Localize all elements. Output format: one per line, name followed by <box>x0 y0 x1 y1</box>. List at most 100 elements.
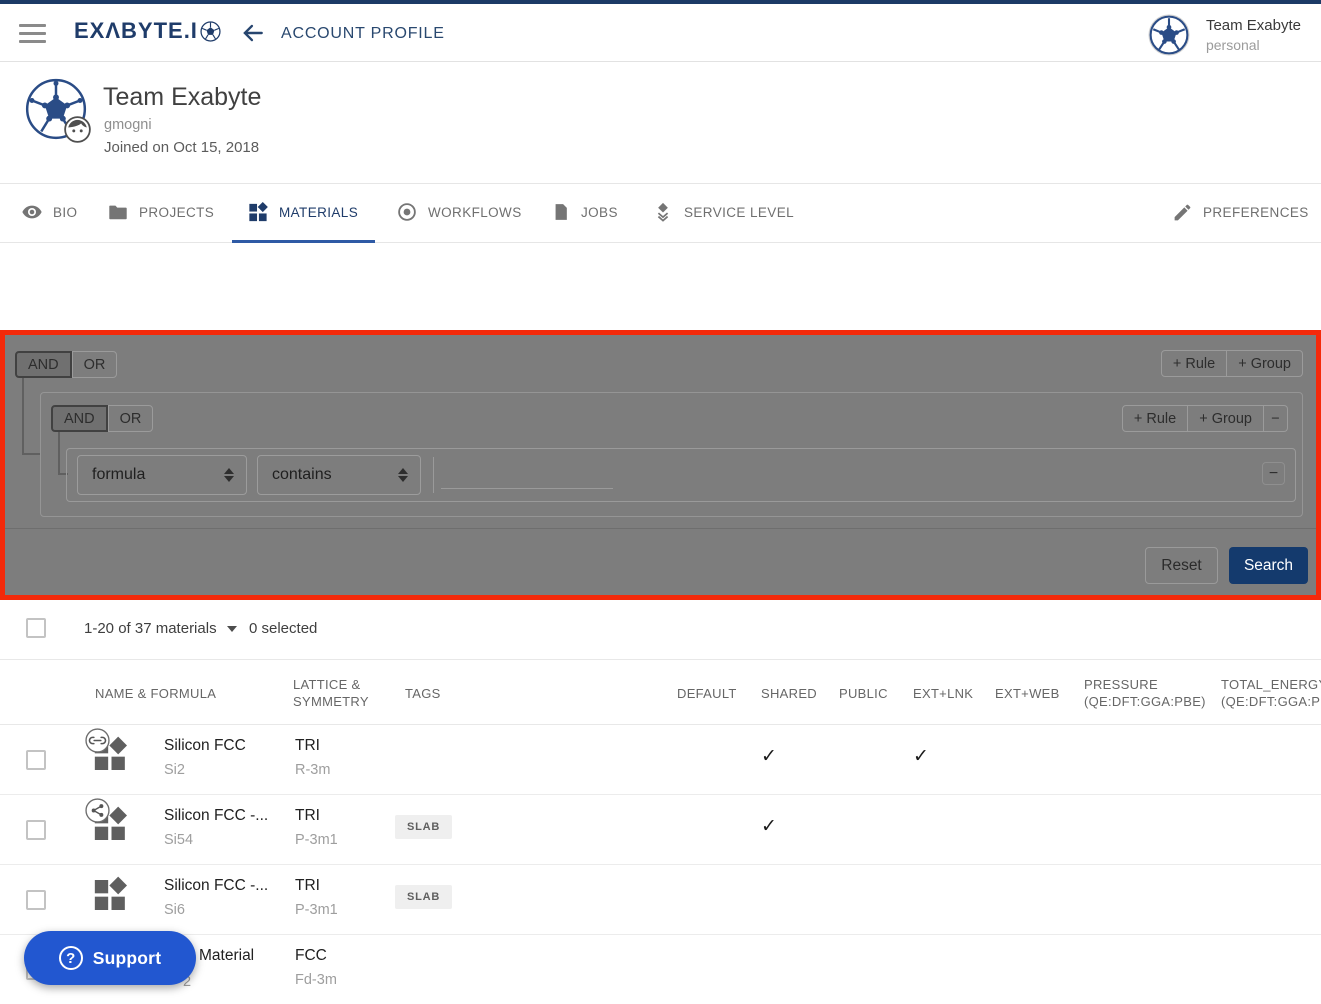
question-mark-icon: ? <box>59 946 83 970</box>
app-window: EXΛBYTE.I ACCOUNT PROFILE Team Exabyte p… <box>0 0 1321 1004</box>
row-checkbox[interactable] <box>26 890 46 910</box>
inner-and-button[interactable]: AND <box>51 405 108 432</box>
user-face-badge-icon <box>64 116 91 143</box>
tab-service-level[interactable]: SERVICE LEVEL <box>652 184 794 240</box>
nested-rule-group: AND OR + Rule + Group − formula contains <box>40 392 1303 517</box>
outer-and-button[interactable]: AND <box>15 351 72 378</box>
lattice-type: TRI <box>295 807 390 825</box>
add-rule-button[interactable]: + Rule <box>1122 405 1188 432</box>
material-icon <box>89 735 129 775</box>
shared-check: ✓ <box>739 815 799 838</box>
rule-divider <box>433 457 434 493</box>
add-group-button[interactable]: + Group <box>1227 350 1303 377</box>
select-all-checkbox[interactable] <box>26 618 46 638</box>
material-formula: Si2 <box>164 762 289 778</box>
table-row[interactable]: Silicon FCC -... Si54 TRI P-3m1 SLAB ✓ <box>0 795 1321 865</box>
rule-operator-value: contains <box>272 466 332 484</box>
symmetry-group: P-3m1 <box>295 832 390 848</box>
tab-jobs[interactable]: JOBS <box>551 184 618 240</box>
inner-or-button[interactable]: OR <box>108 405 154 432</box>
profile-avatar <box>25 78 87 140</box>
tab-projects[interactable]: PROJECTS <box>107 184 214 240</box>
lattice-type: TRI <box>295 877 390 895</box>
remove-rule-button[interactable]: − <box>1262 462 1285 485</box>
col-tags[interactable]: TAGS <box>405 685 441 702</box>
material-formula: Si54 <box>164 832 289 848</box>
material-formula: Si6 <box>164 902 289 918</box>
profile-header: Team Exabyte gmogni Joined on Oct 15, 20… <box>0 63 1321 184</box>
col-name-formula[interactable]: NAME & FORMULA <box>95 685 216 702</box>
inner-group-actions: + Rule + Group − <box>1122 405 1288 432</box>
rule-value-input[interactable] <box>441 461 613 489</box>
col-shared[interactable]: SHARED <box>761 685 817 702</box>
profile-handle: gmogni <box>104 117 152 133</box>
table-row[interactable]: Silicon FCC -... Si6 TRI P-3m1 SLAB <box>0 865 1321 935</box>
menu-icon[interactable] <box>19 24 46 43</box>
profile-name: Team Exabyte <box>103 83 261 112</box>
support-label: Support <box>93 948 161 969</box>
eye-icon <box>21 201 43 223</box>
tree-connector <box>22 378 40 455</box>
workflows-icon <box>396 201 418 223</box>
search-button[interactable]: Search <box>1229 547 1308 584</box>
pagination-dropdown[interactable]: 1-20 of 37 materials <box>84 620 237 637</box>
tab-preferences[interactable]: PREFERENCES <box>1172 184 1309 240</box>
panel-divider <box>5 528 1316 529</box>
account-avatar <box>1148 14 1190 56</box>
symmetry-group: Fd-3m <box>295 972 390 988</box>
table-row[interactable]: Material 2 FCCFd-3m <box>0 935 1321 1004</box>
row-checkbox[interactable] <box>26 820 46 840</box>
shared-check: ✓ <box>739 745 799 768</box>
col-ext-web[interactable]: EXT+WEB <box>995 685 1060 702</box>
inner-andor-toggle: AND OR <box>51 405 153 432</box>
symmetry-group: P-3m1 <box>295 902 390 918</box>
table-header: NAME & FORMULA LATTICE & SYMMETRY TAGS D… <box>0 660 1321 725</box>
outer-group-actions: + Rule + Group <box>1161 350 1303 377</box>
rule-field-value: formula <box>92 466 145 484</box>
tab-bio[interactable]: BIO <box>21 184 77 240</box>
pencil-icon <box>1172 202 1193 223</box>
table-row[interactable]: Silicon FCCSi2 TRIR-3m ✓ ✓ <box>0 725 1321 795</box>
tab-workflows[interactable]: WORKFLOWS <box>396 184 522 240</box>
brand-text: EXΛBYTE.I <box>74 18 198 44</box>
rule-operator-select[interactable]: contains <box>257 455 421 495</box>
support-button[interactable]: ? Support <box>24 931 196 985</box>
tab-materials[interactable]: MATERIALS <box>246 184 358 240</box>
account-name: Team Exabyte <box>1206 17 1301 34</box>
query-rule-row: formula contains − <box>66 448 1296 502</box>
col-pressure[interactable]: PRESSURE (QE:DFT:GGA:PBE) <box>1084 676 1204 710</box>
profile-tabs: BIO PROJECTS MATERIALS WORKFLOWS JOBS SE… <box>0 184 1321 243</box>
lattice-type: TRI <box>295 737 390 755</box>
account-scope: personal <box>1206 37 1301 53</box>
list-controls-bar: 1-20 of 37 materials 0 selected <box>0 600 1321 660</box>
rule-field-select[interactable]: formula <box>77 455 247 495</box>
back-arrow-icon[interactable] <box>240 20 266 46</box>
material-name[interactable]: Silicon FCC -... <box>164 877 289 895</box>
brand-logo[interactable]: EXΛBYTE.I <box>74 18 221 44</box>
col-public[interactable]: PUBLIC <box>839 685 888 702</box>
link-badge-icon <box>85 728 110 753</box>
remove-group-button[interactable]: − <box>1264 405 1288 432</box>
material-icon <box>89 875 129 915</box>
add-rule-button[interactable]: + Rule <box>1161 350 1227 377</box>
col-lattice-symmetry[interactable]: LATTICE & SYMMETRY <box>293 676 378 710</box>
layers-icon <box>652 201 674 223</box>
file-icon <box>551 201 571 223</box>
row-checkbox[interactable] <box>26 750 46 770</box>
caret-down-icon <box>227 626 237 632</box>
soccer-ball-icon <box>200 21 221 42</box>
col-default[interactable]: DEFAULT <box>677 685 737 702</box>
col-ext-lnk[interactable]: EXT+LNK <box>913 685 973 702</box>
material-name[interactable]: Silicon FCC <box>164 737 289 755</box>
symmetry-group: R-3m <box>295 762 390 778</box>
reset-button[interactable]: Reset <box>1145 547 1218 584</box>
pagination-label: 1-20 of 37 materials <box>84 620 217 637</box>
material-name[interactable]: Silicon FCC -... <box>164 807 289 825</box>
materials-toolbar <box>0 243 1321 330</box>
tag-badge: SLAB <box>395 815 452 839</box>
account-menu[interactable]: Team Exabyte personal <box>1148 14 1301 56</box>
tag-badge: SLAB <box>395 885 452 909</box>
col-total-energy[interactable]: TOTAL_ENERGY (QE:DFT:GGA:PBE) <box>1221 676 1321 710</box>
outer-or-button[interactable]: OR <box>72 351 118 378</box>
add-group-button[interactable]: + Group <box>1188 405 1264 432</box>
